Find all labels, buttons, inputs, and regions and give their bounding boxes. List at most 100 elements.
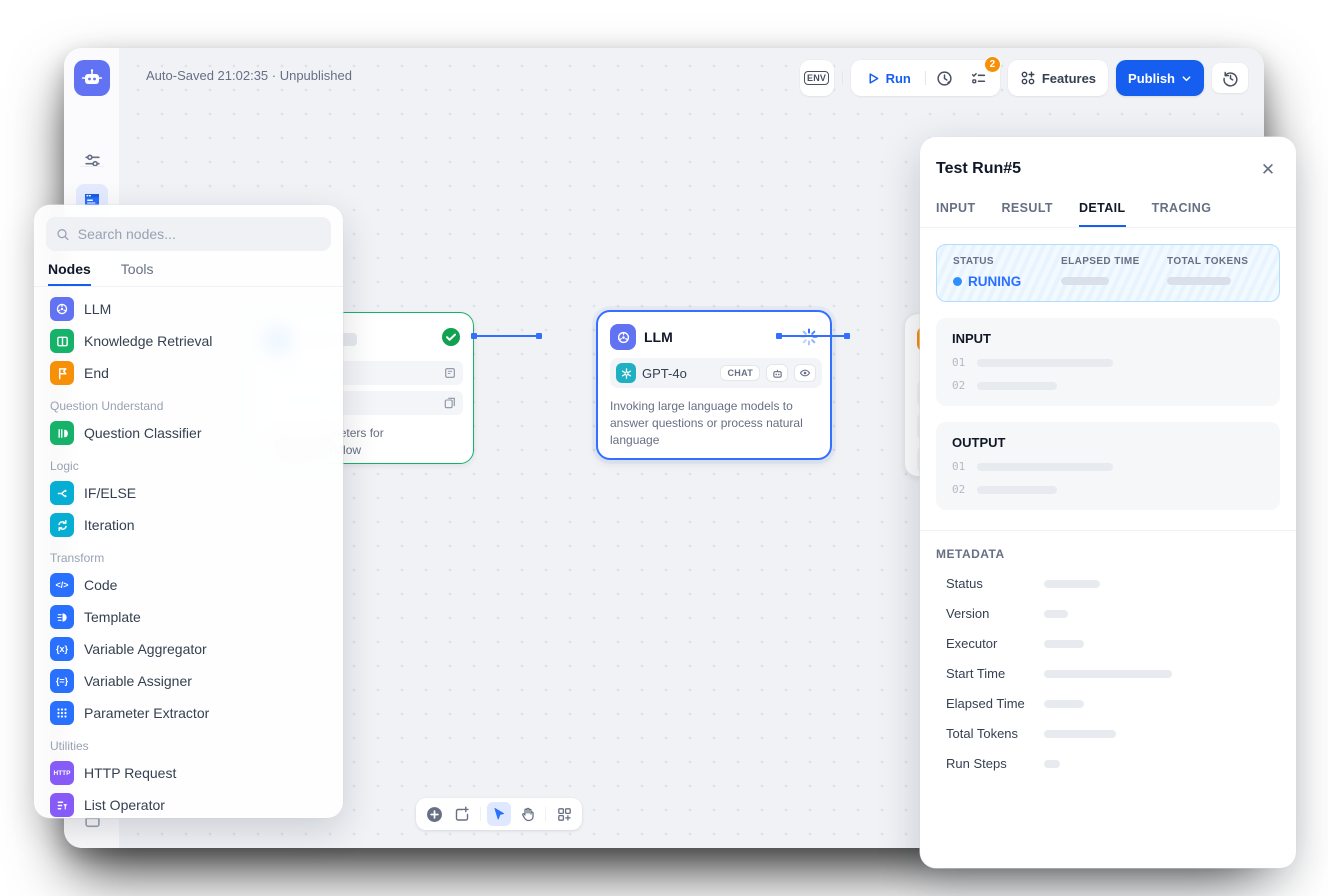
code-icon: </>: [50, 573, 74, 597]
pointer-mode-button[interactable]: [487, 802, 511, 826]
output-line-skeleton: [977, 486, 1057, 494]
meta-row-run-steps: Run Steps: [936, 756, 1280, 771]
variable-assigner-icon: {=}: [50, 669, 74, 693]
node-list: LLM Knowledge Retrieval End Question Und…: [42, 293, 335, 818]
add-node-button[interactable]: [422, 802, 446, 826]
llm-node[interactable]: LLM: [596, 310, 832, 460]
canvas-toolbar: [416, 798, 582, 830]
tabs-divider: [920, 227, 1296, 228]
tab-detail[interactable]: DETAIL: [1079, 201, 1126, 227]
node-item-iteration[interactable]: Iteration: [42, 509, 335, 541]
template-icon: [50, 605, 74, 629]
chevron-down-icon: [1181, 73, 1192, 84]
node-item-question-classifier[interactable]: Question Classifier: [42, 417, 335, 449]
status-value: RUNING: [953, 274, 1061, 289]
node-item-variable-aggregator[interactable]: {x} Variable Aggregator: [42, 633, 335, 665]
features-grid-icon: [1020, 70, 1036, 86]
node-search-box[interactable]: [46, 217, 331, 251]
node-item-parameter-extractor[interactable]: Parameter Extractor: [42, 697, 335, 729]
question-classifier-icon: [50, 421, 74, 445]
node-item-template[interactable]: Template: [42, 601, 335, 633]
organize-nodes-button[interactable]: [552, 802, 576, 826]
meta-row-elapsed-time: Elapsed Time: [936, 696, 1280, 711]
tab-tracing[interactable]: TRACING: [1152, 201, 1212, 227]
node-item-variable-assigner[interactable]: {=} Variable Assigner: [42, 665, 335, 697]
node-item-list-operator[interactable]: List Operator: [42, 789, 335, 818]
node-item-code[interactable]: </> Code: [42, 569, 335, 601]
topbar-divider: [842, 71, 843, 85]
node-item-end[interactable]: End: [42, 357, 335, 389]
iteration-icon: [50, 513, 74, 537]
checklist-count-badge: 2: [984, 56, 1001, 73]
running-spinner-icon: [800, 328, 818, 346]
line-number: 01: [952, 356, 965, 369]
llm-node-title: LLM: [644, 329, 673, 345]
checklist-button[interactable]: 2: [964, 63, 994, 93]
openai-model-icon: [616, 363, 636, 383]
node-item-llm[interactable]: LLM: [42, 293, 335, 325]
if-else-icon: [50, 481, 74, 505]
success-check-icon: [441, 327, 461, 347]
total-tokens-skeleton: [1167, 277, 1231, 285]
tab-nodes[interactable]: Nodes: [48, 261, 91, 286]
publish-button[interactable]: Publish: [1116, 60, 1204, 96]
metadata-title: METADATA: [936, 547, 1280, 561]
node-item-knowledge-retrieval[interactable]: Knowledge Retrieval: [42, 325, 335, 357]
section-utilities: Utilities: [42, 729, 335, 757]
line-number: 02: [952, 379, 965, 392]
meta-row-start-time: Start Time: [936, 666, 1280, 681]
run-group-divider: [925, 71, 926, 85]
vision-robot-icon[interactable]: [766, 364, 788, 382]
input-line-skeleton: [977, 359, 1113, 367]
output-line-skeleton: [977, 463, 1113, 471]
edge-start-to-llm: [473, 335, 540, 337]
status-card: STATUS RUNING ELAPSED TIME TOTAL TOKENS: [936, 244, 1280, 302]
elapsed-time-label: ELAPSED TIME: [1061, 256, 1167, 267]
input-title: INPUT: [952, 331, 1264, 346]
model-selector[interactable]: GPT-4o CHAT: [610, 358, 822, 388]
run-group: Run 2: [851, 60, 1000, 96]
meta-value-skeleton: [1044, 610, 1068, 618]
tab-result[interactable]: RESULT: [1002, 201, 1053, 227]
section-logic: Logic: [42, 449, 335, 477]
meta-value-skeleton: [1044, 730, 1116, 738]
toolbar-divider: [480, 807, 481, 821]
llm-node-description: Invoking large language models to answer…: [610, 398, 822, 449]
output-card: OUTPUT 01 02: [936, 422, 1280, 510]
status-label: STATUS: [953, 256, 1061, 267]
close-icon[interactable]: ✕: [1256, 157, 1280, 181]
node-item-if-else[interactable]: IF/ELSE: [42, 477, 335, 509]
version-history-button[interactable]: [1212, 63, 1248, 93]
toolbar-divider: [545, 807, 546, 821]
meta-value-skeleton: [1044, 670, 1172, 678]
meta-value-skeleton: [1044, 640, 1084, 648]
run-button[interactable]: Run: [857, 71, 921, 86]
input-line-skeleton: [977, 382, 1057, 390]
vision-eye-icon[interactable]: [794, 364, 816, 382]
rail-divider: [80, 166, 104, 167]
knowledge-retrieval-icon: [50, 329, 74, 353]
env-variables-button[interactable]: ENV: [800, 60, 834, 96]
section-question-understand: Question Understand: [42, 389, 335, 417]
run-history-time-icon[interactable]: [930, 63, 960, 93]
line-number: 01: [952, 460, 965, 473]
node-item-http-request[interactable]: HTTP HTTP Request: [42, 757, 335, 789]
text-field-icon: [444, 367, 456, 379]
tab-tools[interactable]: Tools: [121, 261, 154, 286]
node-search-panel: Nodes Tools LLM Knowledge Retrieval End …: [34, 205, 343, 818]
node-search-input[interactable]: [78, 226, 321, 242]
running-dot-icon: [953, 277, 962, 286]
run-panel-tabs: INPUT RESULT DETAIL TRACING: [936, 201, 1280, 227]
meta-row-total-tokens: Total Tokens: [936, 726, 1280, 741]
edge-llm-to-end: [778, 335, 848, 337]
meta-row-status: Status: [936, 576, 1280, 591]
tab-input[interactable]: INPUT: [936, 201, 976, 227]
add-note-button[interactable]: [450, 802, 474, 826]
features-button[interactable]: Features: [1008, 60, 1108, 96]
total-tokens-label: TOTAL TOKENS: [1167, 256, 1248, 267]
model-name: GPT-4o: [642, 366, 714, 381]
hand-mode-button[interactable]: [515, 802, 539, 826]
preferences-sliders-icon[interactable]: [80, 148, 104, 172]
autosave-status: Auto-Saved 21:02:35 · Unpublished: [146, 68, 352, 83]
app-logo-robot-icon[interactable]: [74, 60, 110, 96]
